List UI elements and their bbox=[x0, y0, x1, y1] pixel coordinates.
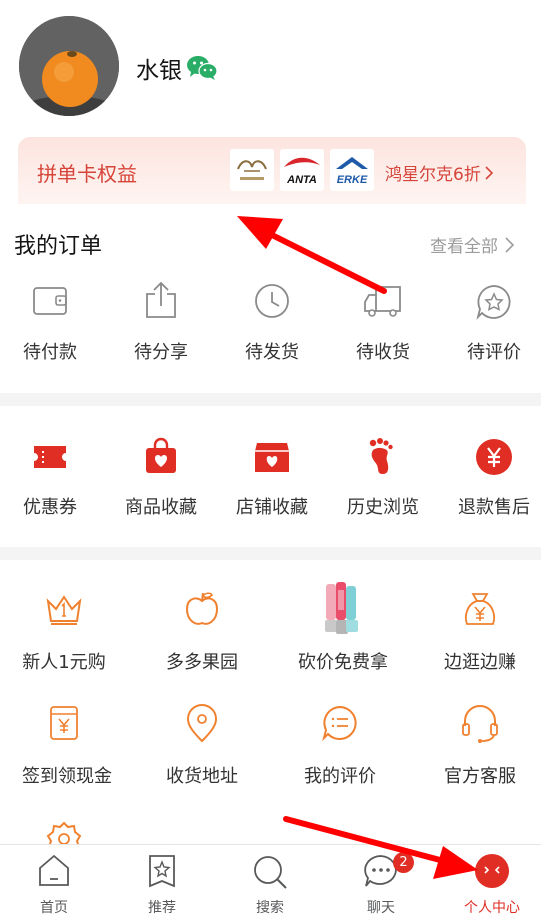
anta-logo: ANTA bbox=[280, 149, 324, 191]
personal-center-page: 水银 拼单卡权益 ANTA ERKE 鸿星尔克6折 我的订单 查看全部 待付款 … bbox=[0, 0, 541, 916]
duoduo-orchard-entry[interactable]: 多多果园 bbox=[166, 590, 238, 680]
order-pending-review[interactable]: 待评价 bbox=[467, 280, 521, 370]
order-pending-receipt[interactable]: 待收货 bbox=[356, 280, 410, 370]
more-services-entry[interactable] bbox=[42, 818, 86, 844]
apple-icon bbox=[185, 592, 219, 625]
footprint-icon bbox=[369, 438, 393, 474]
refund-icon bbox=[476, 439, 512, 475]
avatar[interactable] bbox=[19, 16, 119, 116]
wallet-icon bbox=[33, 287, 67, 315]
star-comment-icon bbox=[476, 285, 511, 320]
nav-home[interactable]: 首页 bbox=[0, 845, 108, 916]
money-bag-icon bbox=[464, 593, 496, 625]
gear-icon bbox=[46, 821, 82, 844]
bargain-free-entry[interactable]: 砍价免费拿 bbox=[298, 580, 388, 680]
browse-earn-entry[interactable]: 边逛边赚 bbox=[444, 590, 516, 680]
customer-service-entry[interactable]: 官方客服 bbox=[444, 704, 516, 794]
nav-profile[interactable]: 个人中心 bbox=[438, 845, 541, 916]
banner-title: 拼单卡权益 bbox=[37, 162, 137, 186]
chevron-right-icon bbox=[485, 165, 493, 180]
banner-promo[interactable]: 鸿星尔克6折 bbox=[385, 160, 494, 185]
order-pending-shipment[interactable]: 待发货 bbox=[245, 280, 299, 370]
nav-search[interactable]: 搜索 bbox=[216, 845, 324, 916]
location-icon bbox=[186, 704, 218, 743]
shipping-address-entry[interactable]: 收货地址 bbox=[166, 704, 238, 794]
username-row: 水银 bbox=[136, 50, 218, 86]
comment-icon bbox=[322, 705, 357, 742]
truck-icon bbox=[364, 286, 401, 317]
nav-recommend[interactable]: 推荐 bbox=[108, 845, 216, 916]
store-favorites-entry[interactable]: 店铺收藏 bbox=[236, 437, 308, 527]
brand-logo-1 bbox=[230, 149, 274, 191]
coupons-entry[interactable]: 优惠券 bbox=[23, 437, 77, 527]
share-icon bbox=[146, 281, 176, 318]
card-benefits-banner[interactable]: 拼单卡权益 ANTA ERKE 鸿星尔克6折 bbox=[18, 137, 526, 204]
nav-chat[interactable]: 2 聊天 bbox=[327, 845, 435, 916]
refund-aftersales-entry[interactable]: 退款售后 bbox=[458, 437, 530, 527]
wechat-icon bbox=[186, 54, 218, 82]
order-pending-share[interactable]: 待分享 bbox=[134, 280, 188, 370]
checkin-cash-entry[interactable]: 签到领现金 bbox=[22, 704, 112, 794]
view-all-orders-link[interactable]: 查看全部 bbox=[430, 232, 516, 257]
recommend-icon bbox=[149, 855, 175, 888]
username: 水银 bbox=[136, 58, 182, 84]
orders-title: 我的订单 bbox=[14, 234, 103, 259]
headset-icon bbox=[462, 705, 498, 743]
erke-logo: ERKE bbox=[330, 149, 374, 191]
clock-icon bbox=[255, 284, 289, 318]
product-favorites-entry[interactable]: 商品收藏 bbox=[125, 437, 197, 527]
profile-icon bbox=[475, 854, 509, 888]
banner-promo-text: 鸿星尔克6折 bbox=[385, 165, 481, 185]
profile-header: 水银 bbox=[0, 0, 541, 135]
juicer-icon bbox=[325, 582, 358, 634]
browsing-history-entry[interactable]: 历史浏览 bbox=[347, 437, 419, 527]
view-all-label: 查看全部 bbox=[430, 237, 498, 257]
order-pending-payment[interactable]: 待付款 bbox=[23, 280, 77, 370]
search-icon bbox=[254, 856, 287, 889]
my-reviews-entry[interactable]: 我的评价 bbox=[304, 704, 376, 794]
bottom-nav: 首页 推荐 搜索 2 聊天 个人中心 bbox=[0, 844, 541, 916]
coupon-icon bbox=[34, 446, 66, 468]
crown-icon bbox=[46, 595, 82, 625]
section-divider bbox=[0, 393, 541, 406]
chevron-right-icon bbox=[505, 236, 515, 253]
newcomer-one-yuan-entry[interactable]: 新人1元购 bbox=[22, 590, 106, 680]
store-heart-icon bbox=[255, 443, 289, 472]
home-icon bbox=[39, 854, 69, 886]
cash-card-icon bbox=[50, 706, 78, 740]
bag-heart-icon bbox=[146, 437, 176, 473]
chat-unread-badge: 2 bbox=[393, 852, 414, 873]
section-divider bbox=[0, 547, 541, 560]
